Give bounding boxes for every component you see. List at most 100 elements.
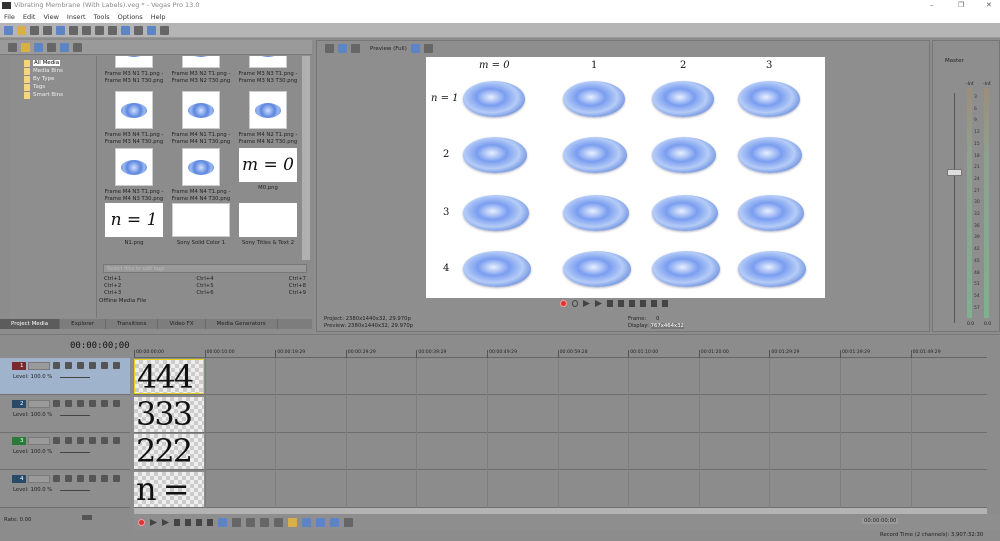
trim-icon[interactable] <box>260 518 269 527</box>
menu-file[interactable]: File <box>4 11 15 23</box>
menu-help[interactable]: Help <box>151 11 166 23</box>
auto-crossfade-icon[interactable] <box>316 518 325 527</box>
loop-icon[interactable] <box>572 300 578 307</box>
track-name-field[interactable] <box>28 362 50 370</box>
menu-options[interactable]: Options <box>118 11 143 23</box>
help-icon[interactable] <box>160 26 169 35</box>
bypass-fx-icon[interactable] <box>53 362 60 369</box>
tab-media-generators[interactable]: Media Generators <box>206 319 278 329</box>
media-item[interactable]: Frame M3 N4 T1.png - Frame M3 N4 T30.png <box>100 91 168 146</box>
record-icon[interactable] <box>560 300 567 307</box>
track-header-1[interactable]: 1 Level: 100.0 % <box>0 358 130 395</box>
mute-icon[interactable] <box>101 362 108 369</box>
track-name-field[interactable] <box>28 399 50 408</box>
remove-icon[interactable] <box>47 43 56 52</box>
track-header-4[interactable]: 4 Level: 100.0 % <box>0 470 130 508</box>
media-item[interactable]: Frame M4 N3 T1.png - Frame M4 N3 T30.png <box>100 148 168 203</box>
rate-slider[interactable] <box>82 515 92 520</box>
tab-project-media[interactable]: Project Media <box>0 319 61 329</box>
level-slider[interactable] <box>60 414 90 416</box>
level-slider[interactable] <box>60 452 90 453</box>
tree-item[interactable]: Tags <box>24 83 96 91</box>
play-from-start-icon[interactable] <box>583 300 590 307</box>
tab-transitions[interactable]: Transitions <box>106 319 159 329</box>
media-item[interactable]: Frame M3 N1 T1.png - Frame M3 N1 T30.png <box>100 56 168 85</box>
tree-item[interactable]: Media Bins <box>24 67 96 75</box>
views-icon[interactable] <box>60 43 69 52</box>
open-icon[interactable] <box>17 26 26 35</box>
close-button[interactable]: ✕ <box>986 0 992 11</box>
next-frame-icon[interactable] <box>662 300 668 307</box>
motion-icon[interactable] <box>65 362 72 369</box>
track-name-field[interactable] <box>28 437 50 445</box>
motion-icon[interactable] <box>65 399 72 407</box>
project-settings-icon[interactable] <box>325 44 334 53</box>
video-clip[interactable]: 444 <box>134 359 204 394</box>
marker-icon[interactable] <box>288 518 297 527</box>
pause-icon[interactable] <box>607 300 613 307</box>
fx-icon[interactable] <box>89 437 96 444</box>
new-icon[interactable] <box>4 26 13 35</box>
normal-edit-tool-icon[interactable] <box>218 518 227 527</box>
go-start-icon[interactable] <box>196 519 202 526</box>
search-icon[interactable] <box>73 43 82 52</box>
fx-icon[interactable] <box>89 399 96 407</box>
compositing-icon[interactable] <box>77 362 84 369</box>
master-fader[interactable] <box>947 169 962 176</box>
video-clip[interactable]: n = <box>134 471 204 507</box>
cut-icon[interactable] <box>82 26 91 35</box>
properties-icon[interactable] <box>69 26 78 35</box>
tags-input[interactable]: Select files to edit tags <box>103 264 307 273</box>
tree-item[interactable]: By Type <box>24 75 96 83</box>
mute-icon[interactable] <box>101 437 108 444</box>
solo-icon[interactable] <box>113 437 120 444</box>
solo-icon[interactable] <box>113 474 120 482</box>
media-scrollbar[interactable] <box>302 56 310 260</box>
save-as-icon[interactable] <box>43 26 52 35</box>
save-icon[interactable] <box>30 26 39 35</box>
track-header-2[interactable]: 2 Level: 100.0 % <box>0 395 130 433</box>
level-slider[interactable] <box>60 377 90 378</box>
preview-quality-dropdown[interactable]: Preview (Full) <box>370 46 407 52</box>
pause-icon[interactable] <box>174 519 180 526</box>
maximize-button[interactable]: ❐ <box>958 0 964 11</box>
snapshot-icon[interactable] <box>423 44 433 53</box>
overlays-icon[interactable] <box>410 44 420 53</box>
level-slider[interactable] <box>60 489 90 491</box>
media-item[interactable]: n = 1 N1.png <box>100 203 168 247</box>
video-clip[interactable]: 222 <box>134 434 204 469</box>
tools-icon[interactable] <box>147 26 156 35</box>
snapping-icon[interactable] <box>302 518 311 527</box>
solo-icon[interactable] <box>113 362 120 369</box>
ripple-icon[interactable] <box>330 518 339 527</box>
play-from-start-icon[interactable] <box>150 519 157 526</box>
compositing-icon[interactable] <box>77 399 84 407</box>
time-ruler[interactable]: 00:00:00;00 00:00:10:00 00:00:19:29 00:00:2… <box>134 350 987 358</box>
fx-icon[interactable] <box>89 474 96 482</box>
go-end-icon[interactable] <box>207 519 213 526</box>
record-icon[interactable] <box>138 519 145 526</box>
go-start-icon[interactable] <box>629 300 635 307</box>
stop-icon[interactable] <box>185 519 191 526</box>
capture-icon[interactable] <box>21 43 30 52</box>
bypass-fx-icon[interactable] <box>53 399 60 407</box>
solo-icon[interactable] <box>113 399 120 407</box>
paste-icon[interactable] <box>108 26 117 35</box>
bypass-fx-icon[interactable] <box>53 474 60 482</box>
fx-icon[interactable] <box>89 362 96 369</box>
media-item[interactable]: Frame M3 N2 T1.png - Frame M3 N2 T30.png <box>167 56 235 85</box>
motion-icon[interactable] <box>65 474 72 482</box>
media-item[interactable]: Frame M3 N3 T1.png - Frame M3 N3 T30.png <box>234 56 302 85</box>
envelope-tool-icon[interactable] <box>232 518 241 527</box>
mute-icon[interactable] <box>101 399 108 407</box>
mute-icon[interactable] <box>101 474 108 482</box>
tab-video-fx[interactable]: Video FX <box>158 319 206 329</box>
media-item[interactable]: Frame M4 N2 T1.png - Frame M4 N2 T30.png <box>234 91 302 146</box>
menu-insert[interactable]: Insert <box>67 11 86 23</box>
redo-icon[interactable] <box>134 26 143 35</box>
import-icon[interactable] <box>8 43 17 52</box>
go-end-icon[interactable] <box>640 300 646 307</box>
video-clip[interactable]: 333 <box>134 396 204 432</box>
media-item[interactable]: Frame M4 N1 T1.png - Frame M4 N1 T30.png <box>167 91 235 146</box>
track-name-field[interactable] <box>28 474 50 483</box>
